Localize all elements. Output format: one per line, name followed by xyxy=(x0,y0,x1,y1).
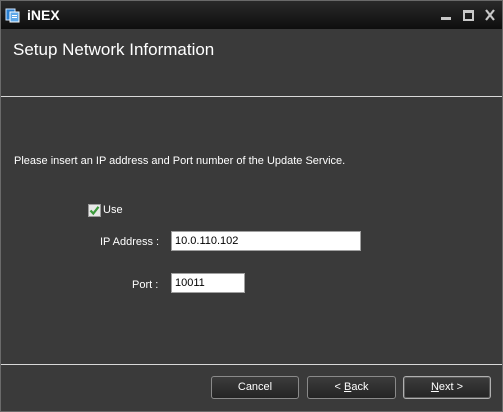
next-button-mnemonic: N xyxy=(430,381,439,393)
port-label: Port : xyxy=(132,279,159,291)
cancel-button[interactable]: Cancel xyxy=(211,376,299,399)
ip-address-label: IP Address : xyxy=(100,236,160,248)
page-title: Setup Network Information xyxy=(13,40,215,59)
app-title: iNEX xyxy=(27,7,60,23)
minimize-icon[interactable] xyxy=(439,9,453,21)
maximize-icon[interactable] xyxy=(461,9,475,21)
close-icon[interactable] xyxy=(483,9,497,21)
use-checkbox-label[interactable]: Use xyxy=(103,204,123,216)
back-button[interactable]: < Back xyxy=(307,376,396,399)
use-checkbox[interactable] xyxy=(88,204,101,217)
app-icon xyxy=(5,7,21,23)
next-button-rest: ext > xyxy=(438,381,464,393)
title-bar[interactable]: iNEX xyxy=(1,1,502,29)
header-divider xyxy=(1,96,502,97)
back-button-rest: ack xyxy=(351,381,369,393)
back-button-prefix: < xyxy=(334,381,344,393)
setup-window: iNEX Setup Network Information Please in… xyxy=(0,0,503,412)
ip-address-input[interactable]: 10.0.110.102 xyxy=(171,231,361,251)
next-button[interactable]: Next > xyxy=(403,376,491,399)
footer-divider xyxy=(1,364,502,365)
checkmark-icon xyxy=(89,206,100,216)
instructions-text: Please insert an IP address and Port num… xyxy=(14,155,346,167)
port-input[interactable]: 10011 xyxy=(171,273,245,293)
header-panel: Setup Network Information xyxy=(1,29,502,95)
